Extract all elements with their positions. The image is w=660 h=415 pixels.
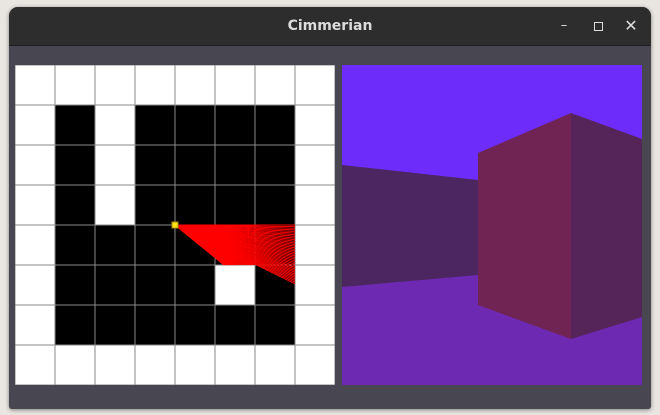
map-wall-cell bbox=[15, 104, 56, 146]
map-floor-cell bbox=[94, 304, 136, 346]
map-floor-cell bbox=[254, 304, 296, 346]
map-wall-cell bbox=[174, 65, 216, 106]
block-side-face bbox=[571, 113, 642, 339]
map-wall-cell bbox=[294, 104, 335, 146]
map-floor-cell bbox=[174, 304, 216, 346]
map-wall-cell bbox=[94, 65, 136, 106]
map-wall-cell bbox=[214, 264, 256, 306]
map-floor-cell bbox=[254, 104, 296, 146]
close-icon: ✕ bbox=[624, 16, 638, 35]
map-floor-cell bbox=[214, 184, 256, 226]
map-wall-cell bbox=[254, 344, 296, 385]
map-floor-cell bbox=[174, 104, 216, 146]
map-wall-cell bbox=[15, 184, 56, 226]
map-floor-cell bbox=[174, 264, 216, 306]
map-floor-cell bbox=[254, 144, 296, 186]
map-floor-cell bbox=[94, 264, 136, 306]
minimize-icon: – bbox=[560, 18, 568, 33]
map-wall-cell bbox=[294, 304, 335, 346]
map-floor-cell bbox=[134, 184, 176, 226]
map-floor-cell bbox=[54, 304, 96, 346]
map-floor-cell bbox=[134, 264, 176, 306]
map-wall-cell bbox=[54, 344, 96, 385]
game-area bbox=[9, 46, 651, 409]
map-wall-cell bbox=[15, 264, 56, 306]
player-marker bbox=[171, 221, 179, 229]
minimize-button[interactable]: – bbox=[553, 15, 575, 37]
map-floor-cell bbox=[54, 104, 96, 146]
map-wall-cell bbox=[94, 144, 136, 186]
top-down-map bbox=[15, 65, 335, 385]
map-wall-cell bbox=[294, 184, 335, 226]
map-wall-cell bbox=[94, 104, 136, 146]
map-wall-cell bbox=[214, 344, 256, 385]
map-wall-cell bbox=[15, 304, 56, 346]
map-floor-cell bbox=[54, 184, 96, 226]
map-wall-cell bbox=[54, 65, 96, 106]
map-floor-cell bbox=[134, 304, 176, 346]
map-wall-cell bbox=[134, 65, 176, 106]
map-floor-cell bbox=[134, 104, 176, 146]
map-wall-cell bbox=[254, 65, 296, 106]
map-wall-cell bbox=[294, 264, 335, 306]
map-wall-cell bbox=[294, 224, 335, 266]
map-floor-cell bbox=[254, 184, 296, 226]
first-person-view bbox=[342, 65, 642, 385]
maximize-button[interactable] bbox=[587, 15, 609, 37]
map-wall-cell bbox=[174, 344, 216, 385]
map-floor-cell bbox=[174, 144, 216, 186]
map-floor-cell bbox=[94, 224, 136, 266]
title-bar[interactable]: Cimmerian – ✕ bbox=[9, 7, 651, 46]
map-wall-cell bbox=[15, 344, 56, 385]
map-floor-cell bbox=[134, 144, 176, 186]
map-wall-cell bbox=[214, 65, 256, 106]
map-floor-cell bbox=[174, 184, 216, 226]
maximize-icon bbox=[593, 22, 603, 31]
map-floor-cell bbox=[214, 144, 256, 186]
map-wall-cell bbox=[94, 184, 136, 226]
left-wall bbox=[342, 165, 478, 287]
map-floor-cell bbox=[214, 104, 256, 146]
close-button[interactable]: ✕ bbox=[620, 15, 642, 37]
map-wall-cell bbox=[15, 224, 56, 266]
map-floor-cell bbox=[54, 264, 96, 306]
map-wall-cell bbox=[15, 144, 56, 186]
map-wall-cell bbox=[134, 344, 176, 385]
map-wall-cell bbox=[15, 65, 56, 106]
map-wall-cell bbox=[94, 344, 136, 385]
map-floor-cell bbox=[54, 144, 96, 186]
map-floor-cell bbox=[134, 224, 176, 266]
map-wall-cell bbox=[294, 65, 335, 106]
app-window: Cimmerian – ✕ bbox=[9, 7, 651, 409]
map-wall-cell bbox=[294, 344, 335, 385]
map-floor-cell bbox=[214, 304, 256, 346]
map-wall-cell bbox=[294, 144, 335, 186]
map-floor-cell bbox=[54, 224, 96, 266]
